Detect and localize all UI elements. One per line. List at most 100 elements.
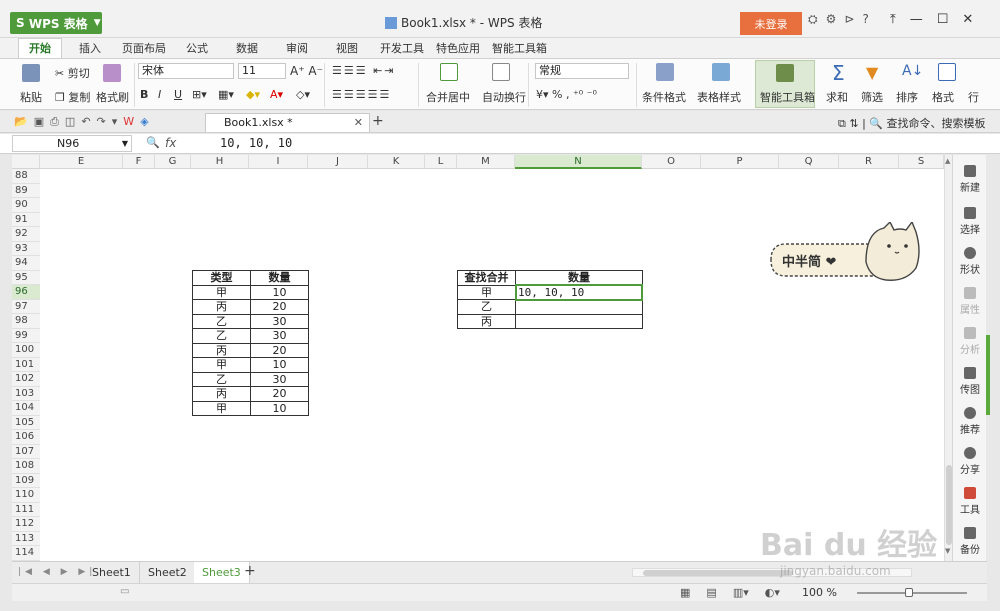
- table-cell[interactable]: 20: [250, 299, 309, 315]
- panel-tools-button[interactable]: 工具: [953, 487, 987, 516]
- table-cell[interactable]: 10: [250, 357, 309, 373]
- paste-icon[interactable]: [22, 64, 40, 82]
- table-cell[interactable]: 类型: [192, 270, 251, 286]
- panel-toggle-handle[interactable]: [986, 335, 990, 415]
- merge-center-icon[interactable]: [440, 63, 458, 81]
- tab-page-layout[interactable]: 页面布局: [122, 40, 166, 56]
- col-header-h[interactable]: H: [191, 155, 249, 169]
- table-cell[interactable]: 乙: [192, 313, 251, 329]
- wps-icon[interactable]: W: [123, 115, 134, 129]
- row-header[interactable]: 93: [12, 241, 40, 256]
- table-cell[interactable]: 乙: [192, 328, 251, 344]
- table-cell[interactable]: 数量: [515, 270, 643, 286]
- col-header-o[interactable]: O: [642, 155, 701, 169]
- col-header-l[interactable]: L: [425, 155, 457, 169]
- add-sheet-icon[interactable]: +: [244, 563, 256, 579]
- fullscreen-icon[interactable]: ⤒: [890, 12, 896, 27]
- sheet-tab-sheet3[interactable]: Sheet3: [194, 562, 250, 583]
- panel-analysis-button[interactable]: 分析: [953, 327, 987, 356]
- macro-icon[interactable]: ▭: [120, 586, 129, 597]
- tab-formula[interactable]: 公式: [186, 40, 208, 56]
- border-button[interactable]: ⊞▾: [192, 88, 207, 101]
- cube-icon[interactable]: ◈: [140, 115, 148, 129]
- app-menu-button[interactable]: S WPS 表格 ▼: [10, 12, 102, 34]
- table-cell[interactable]: 乙: [192, 371, 251, 387]
- row-header[interactable]: 94: [12, 256, 40, 271]
- col-header-n[interactable]: N: [515, 155, 642, 169]
- open-icon[interactable]: 📂: [14, 115, 28, 129]
- row-header[interactable]: 99: [12, 328, 40, 343]
- panel-select-button[interactable]: 选择: [953, 207, 987, 236]
- row-header[interactable]: 88: [12, 169, 40, 184]
- col-header-e[interactable]: E: [40, 155, 123, 169]
- conditional-format-icon[interactable]: [656, 63, 674, 81]
- row-header[interactable]: 89: [12, 183, 40, 198]
- row-header[interactable]: 109: [12, 473, 40, 488]
- save-icon[interactable]: ▣: [34, 115, 44, 129]
- maximize-icon[interactable]: ☐: [937, 12, 949, 27]
- table-cell[interactable]: 丙: [192, 299, 251, 315]
- format-painter-button[interactable]: 格式刷: [96, 89, 129, 105]
- filter-icon[interactable]: ▼: [866, 63, 878, 82]
- page-break-view-icon[interactable]: ▤: [706, 586, 716, 599]
- table-cell[interactable]: 20: [250, 342, 309, 358]
- col-header-f[interactable]: F: [123, 155, 155, 169]
- tab-data[interactable]: 数据: [236, 40, 258, 56]
- font-grow-button[interactable]: A⁺ A⁻: [290, 64, 323, 78]
- horizontal-align-buttons[interactable]: ☰☰☰☰☰: [332, 88, 391, 101]
- tab-insert[interactable]: 插入: [79, 40, 101, 56]
- tab-review[interactable]: 审阅: [286, 40, 308, 56]
- row-header[interactable]: 104: [12, 401, 40, 416]
- sum-icon[interactable]: Σ: [832, 61, 845, 85]
- table-cell[interactable]: 甲: [192, 400, 251, 416]
- row-header[interactable]: 111: [12, 502, 40, 517]
- table-cell[interactable]: 30: [250, 328, 309, 344]
- tab-smart-toolbox[interactable]: 智能工具箱: [492, 40, 547, 56]
- print-icon[interactable]: ⎙: [50, 115, 59, 129]
- row-header[interactable]: 105: [12, 415, 40, 430]
- scroll-up-icon[interactable]: ▲: [945, 157, 950, 165]
- font-name-select[interactable]: 宋体: [138, 63, 234, 79]
- name-box[interactable]: N96 ▼: [12, 135, 132, 152]
- row-header[interactable]: 110: [12, 488, 40, 503]
- copy-button[interactable]: ❐ 复制: [55, 89, 90, 105]
- zoom-level[interactable]: 100 %: [802, 586, 837, 599]
- row-header[interactable]: 92: [12, 227, 40, 242]
- col-header-m[interactable]: M: [457, 155, 515, 169]
- sheet-tab-sheet2[interactable]: Sheet2: [140, 562, 196, 583]
- number-format-select[interactable]: 常规: [535, 63, 629, 79]
- login-button[interactable]: 未登录: [740, 12, 802, 35]
- table-cell[interactable]: [515, 313, 643, 329]
- bold-button[interactable]: B: [140, 88, 148, 101]
- col-header-j[interactable]: J: [308, 155, 368, 169]
- panel-backup-button[interactable]: 备份: [953, 527, 987, 556]
- scroll-thumb[interactable]: [643, 570, 793, 576]
- table-cell[interactable]: 甲: [192, 284, 251, 300]
- row-header[interactable]: 95: [12, 270, 40, 285]
- format-button[interactable]: 格式: [932, 89, 954, 105]
- row-header[interactable]: 108: [12, 459, 40, 474]
- table-cell[interactable]: 查找合并: [457, 270, 516, 286]
- col-header-i[interactable]: I: [249, 155, 308, 169]
- wrap-text-button[interactable]: 自动换行: [482, 89, 526, 105]
- table-cell[interactable]: 甲: [192, 357, 251, 373]
- table-cell[interactable]: 丙: [192, 342, 251, 358]
- tab-features[interactable]: 特色应用: [436, 40, 480, 56]
- row-col-button[interactable]: 行: [968, 89, 979, 105]
- number-format-buttons[interactable]: ¥▾ % , ⁺⁰ ⁻⁰: [536, 88, 597, 101]
- spreadsheet-grid[interactable]: E F G H I J K L M N O P Q R S 88 89 90 9…: [12, 155, 944, 561]
- row-header-selected[interactable]: 96: [12, 285, 40, 300]
- table-cell[interactable]: [515, 299, 643, 315]
- eye-protection-icon[interactable]: ◐▾: [765, 586, 780, 599]
- cut-button[interactable]: ✂ 剪切: [55, 65, 90, 81]
- col-header-k[interactable]: K: [368, 155, 425, 169]
- redo-icon[interactable]: ↷: [97, 115, 106, 129]
- table-cell[interactable]: 甲: [457, 284, 516, 300]
- row-header[interactable]: 102: [12, 372, 40, 387]
- merge-center-button[interactable]: 合并居中: [426, 89, 470, 105]
- tab-developer[interactable]: 开发工具: [380, 40, 424, 56]
- panel-properties-button[interactable]: 属性: [953, 287, 987, 316]
- select-all-corner[interactable]: [12, 155, 40, 169]
- vertical-align-buttons[interactable]: ☰☰☰ ⇤⇥: [332, 64, 396, 77]
- page-layout-view-icon[interactable]: ▥▾: [733, 586, 749, 599]
